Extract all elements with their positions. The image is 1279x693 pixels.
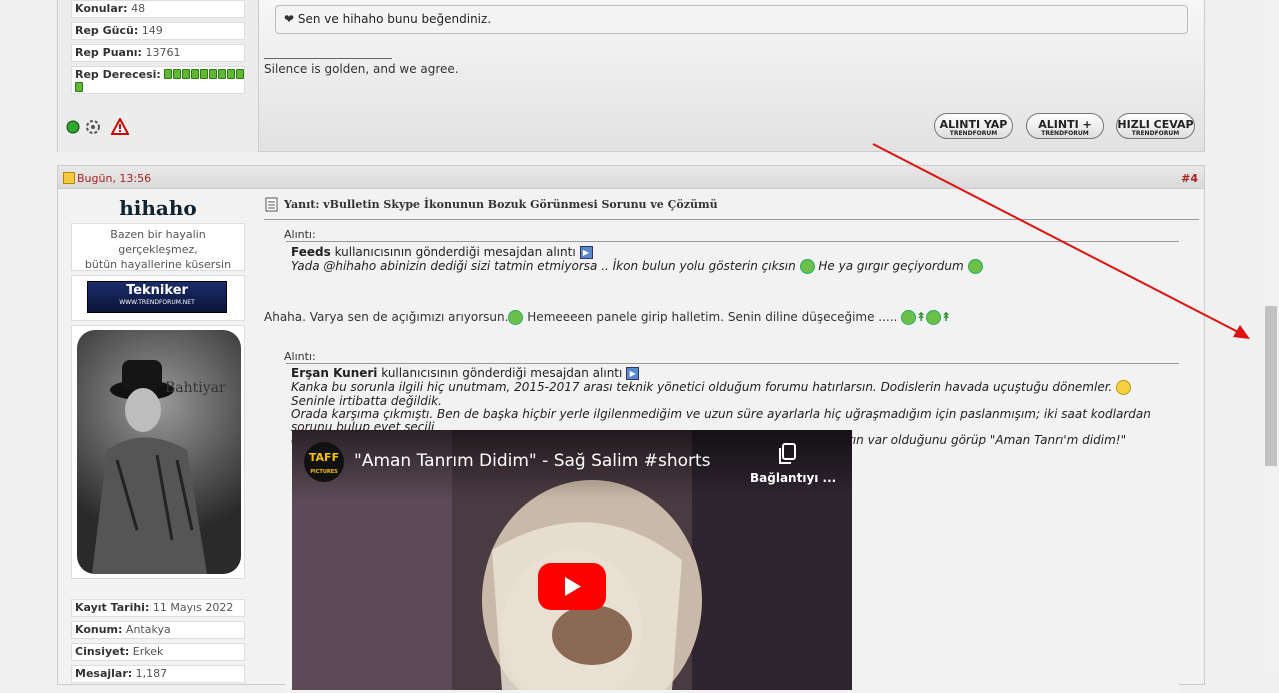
- post-header: Bugün, 13:56 #4: [58, 166, 1204, 189]
- quote1-box: Feeds kullanıcısının gönderdiği mesajdan…: [286, 241, 1179, 287]
- detail-location: Konum: Antakya: [71, 621, 245, 639]
- dancing-smiley-icon: ↟: [941, 310, 952, 324]
- post-body-text: Ahaha. Varya sen de açığımızı arıyorsun.…: [264, 310, 952, 325]
- stat-rep-power: Rep Gücü: 149: [71, 22, 245, 40]
- detail-join-date: Kayıt Tarihi: 11 Mayıs 2022: [71, 599, 245, 617]
- detail-posts: Mesajlar: 1,187: [71, 665, 245, 683]
- laughing-smiley-icon: [926, 310, 942, 325]
- post-content: Yanıt: vBulletin Skype İkonunun Bozuk Gö…: [264, 188, 1199, 693]
- post-number-link[interactable]: #4: [1181, 172, 1198, 185]
- quote-button[interactable]: ALINTI YAP TRENDFORUM: [934, 113, 1013, 139]
- quote1-author: Feeds: [291, 245, 331, 259]
- post-date: Bugün, 13:56: [77, 172, 152, 185]
- rank-badge: Tekniker WWW.TRENDFORUM.NET: [71, 275, 245, 321]
- report-warning-icon[interactable]: [110, 116, 130, 138]
- dancing-smiley-icon: ↟: [916, 310, 927, 324]
- post-title-row: Yanıt: vBulletin Skype İkonunun Bozuk Gö…: [264, 197, 1199, 220]
- like-box: ❤ Sen ve hihaho bunu beğendiniz.: [275, 5, 1188, 34]
- previous-post-sidebar: Konular: 48 Rep Gücü: 149 Rep Puanı: 137…: [58, 0, 259, 152]
- smile-icon: [1116, 380, 1132, 395]
- grin-smiley-icon: [508, 310, 524, 325]
- user-title: Bazen bir hayalin gerçekleşmez, bütün ha…: [71, 223, 245, 271]
- quick-reply-button[interactable]: HIZLI CEVAP TRENDFORUM: [1116, 113, 1195, 139]
- quote1-label: Alıntı:: [284, 228, 316, 241]
- username-link[interactable]: hihaho: [58, 196, 258, 220]
- multi-quote-button[interactable]: ALINTI + TRENDFORUM: [1026, 113, 1104, 139]
- previous-post: Konular: 48 Rep Gücü: 149 Rep Puanı: 137…: [57, 0, 1205, 152]
- post-title: Yanıt: vBulletin Skype İkonunun Bozuk Gö…: [284, 198, 718, 211]
- quote2-label: Alıntı:: [284, 350, 316, 363]
- post-4: Bugün, 13:56 #4 hihaho Bazen bir hayalin…: [57, 165, 1205, 693]
- like-text: Sen ve hihaho bunu beğendiniz.: [297, 12, 492, 26]
- post-user-sidebar: hihaho Bazen bir hayalin gerçekleşmez, b…: [58, 188, 258, 688]
- stat-rep-level: Rep Derecesi:: [71, 66, 245, 94]
- grin-smiley-icon: [967, 259, 983, 274]
- channel-avatar[interactable]: TAFF PICTURES: [304, 442, 344, 482]
- copy-link-label[interactable]: Bağlantıyı ...: [750, 471, 836, 485]
- quote2-author: Erşan Kuneri: [291, 366, 378, 380]
- signature-divider: [264, 58, 392, 59]
- signature-text: Silence is golden, and we agree.: [264, 62, 459, 76]
- rep-level-bar: [164, 68, 244, 82]
- avatar[interactable]: Bahtiyar: [71, 325, 245, 579]
- heart-icon: ❤: [284, 12, 295, 26]
- view-post-icon[interactable]: ▶: [626, 367, 640, 380]
- document-icon: [265, 197, 279, 215]
- detail-gender: Cinsiyet: Erkek: [71, 643, 245, 661]
- online-status-icon: [66, 120, 80, 137]
- grin-smiley-icon: [901, 310, 917, 325]
- stat-topics: Konular: 48: [71, 0, 245, 18]
- gear-icon[interactable]: [83, 118, 103, 139]
- scrollbar-thumb[interactable]: [1265, 306, 1277, 466]
- view-post-icon[interactable]: ▶: [579, 246, 593, 259]
- grin-smiley-icon: [799, 259, 815, 274]
- stat-rep-points: Rep Puanı: 13761: [71, 44, 245, 62]
- youtube-video-embed[interactable]: TAFF PICTURES "Aman Tanrım Didim" - Sağ S…: [292, 430, 852, 690]
- play-button[interactable]: [538, 563, 606, 610]
- post-old-icon: [63, 172, 75, 184]
- thread-page: Konular: 48 Rep Gücü: 149 Rep Puanı: 137…: [57, 0, 1205, 693]
- play-icon: [565, 577, 581, 596]
- copy-link-icon[interactable]: [777, 442, 799, 469]
- vertical-scrollbar[interactable]: [1263, 0, 1279, 679]
- video-title[interactable]: "Aman Tanrım Didim" - Sağ Salim #shorts: [354, 451, 711, 471]
